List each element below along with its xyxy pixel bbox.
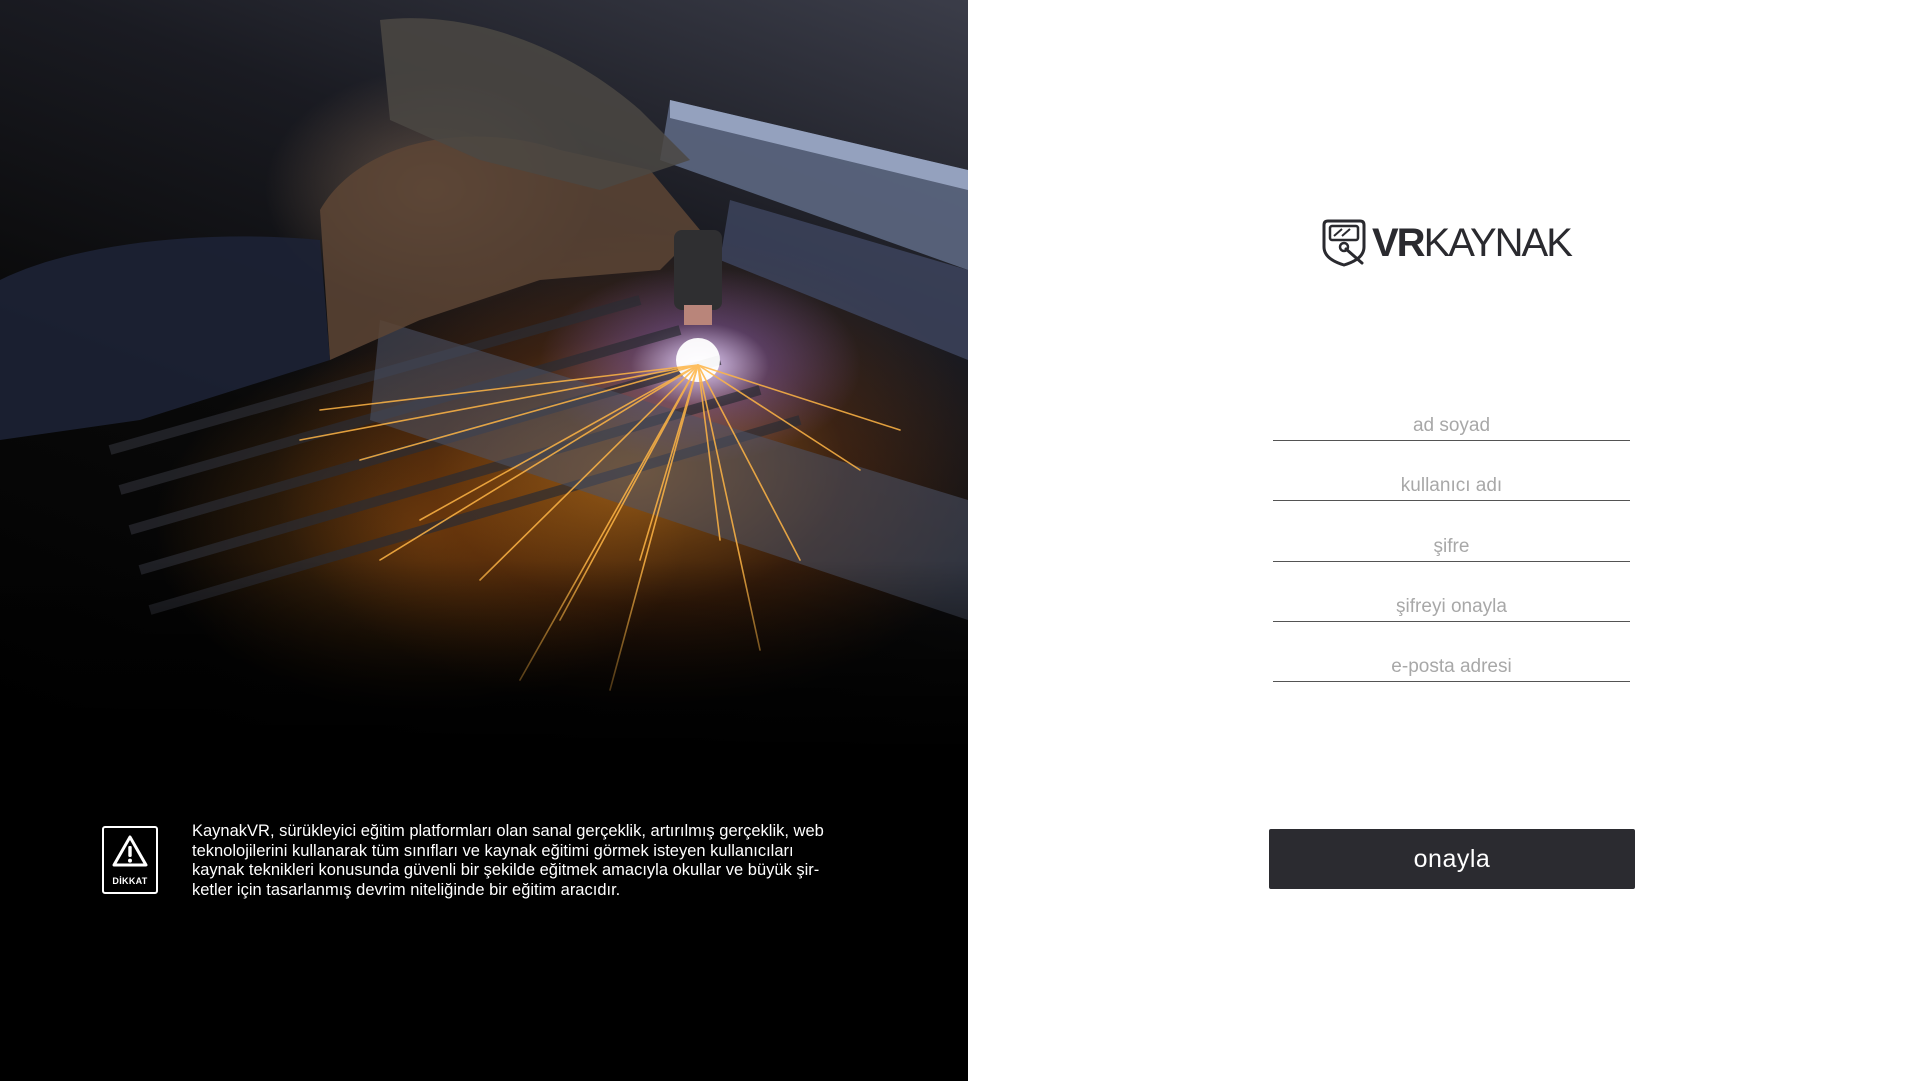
email-input[interactable] xyxy=(1273,641,1630,681)
confirm-password-field xyxy=(1273,581,1630,622)
warning-label: DİKKAT xyxy=(112,876,148,886)
welding-helmet-icon xyxy=(1322,219,1366,267)
hero-panel: DİKKAT KaynakVR, sürükleyici eğitim plat… xyxy=(0,0,968,1081)
username-field xyxy=(1273,460,1630,501)
welding-photo xyxy=(0,0,968,780)
brand-wordmark-bold: VR xyxy=(1372,221,1426,265)
email-field xyxy=(1273,641,1630,682)
brand-logo: VRKAYNAK xyxy=(1320,215,1590,271)
brand-wordmark: VRKAYNAK xyxy=(1372,219,1573,267)
warning-triangle-icon xyxy=(112,835,148,867)
hero-description: KaynakVR, sürükleyici eğitim platformlar… xyxy=(192,822,824,899)
password-field xyxy=(1273,521,1630,562)
full-name-field xyxy=(1273,400,1630,441)
username-input[interactable] xyxy=(1273,460,1630,500)
confirm-password-input[interactable] xyxy=(1273,581,1630,621)
confirm-button[interactable]: onayla xyxy=(1269,829,1635,889)
warning-badge: DİKKAT xyxy=(102,826,158,894)
brand-wordmark-rest: KAYNAK xyxy=(1423,221,1573,265)
full-name-input[interactable] xyxy=(1273,400,1630,440)
password-input[interactable] xyxy=(1273,521,1630,561)
